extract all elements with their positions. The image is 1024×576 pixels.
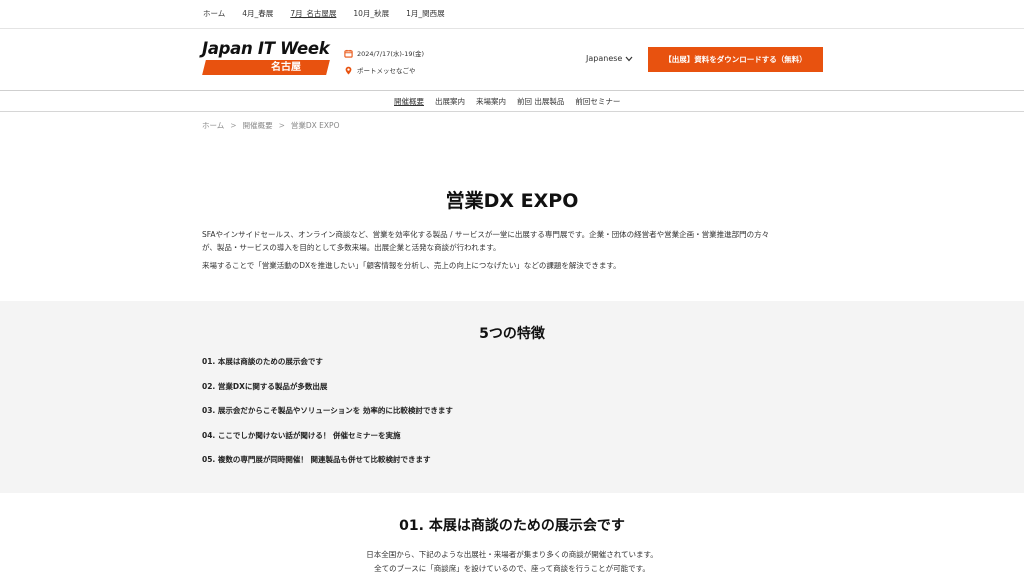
features-section: 5つの特徴 01. 本展は商談のための展示会です 02. 営業DXに関する製品が… bbox=[0, 301, 1024, 493]
intro-paragraph-2: 来場することで「営業活動のDXを推進したい」「顧客情報を分析し、売上の向上につな… bbox=[202, 261, 621, 270]
feature-item[interactable]: 05. 複数の専門展が同時開催！ 関連製品も併せて比較検討できます bbox=[202, 454, 453, 479]
sub-nav-exhibit-info[interactable]: 出展案内 bbox=[435, 96, 465, 108]
top-nav: ホーム 4月_春展 7月_名古屋展 10月_秋展 1月_関西展 bbox=[203, 8, 462, 20]
top-utility-bar: ホーム 4月_春展 7月_名古屋展 10月_秋展 1月_関西展 bbox=[0, 0, 1024, 28]
intro-paragraph-1-line-2: が、製品・サービスの導入を目的として多数来場。出展企業と活発な商談が行われます。 bbox=[202, 243, 501, 252]
sub-nav-overview[interactable]: 開催概要 bbox=[394, 96, 424, 108]
section-01-body: 日本全国から、下記のような出展社・来場者が集まり多くの商談が開催されています。 … bbox=[0, 548, 1024, 576]
sub-nav-visitor-info[interactable]: 来場案内 bbox=[476, 96, 506, 108]
feature-item[interactable]: 03. 展示会だからこそ製品やソリューションを 効率的に比較検討できます bbox=[202, 405, 453, 430]
breadcrumb-separator: > bbox=[278, 121, 285, 130]
intro-text: SFAやインサイドセールス、オンライン商談など、営業を効率化する製品 / サービ… bbox=[202, 228, 822, 277]
event-date: 2024/7/17(水)-19(金) bbox=[357, 50, 425, 58]
top-nav-nagoya[interactable]: 7月_名古屋展 bbox=[290, 8, 336, 20]
location-pin-icon bbox=[345, 66, 352, 74]
feature-list: 01. 本展は商談のための展示会です 02. 営業DXに関する製品が多数出展 0… bbox=[202, 356, 453, 479]
language-label: Japanese bbox=[586, 54, 623, 63]
chevron-down-icon bbox=[625, 56, 633, 61]
feature-item[interactable]: 01. 本展は商談のための展示会です bbox=[202, 356, 453, 381]
logo-main-text: Japan IT Week bbox=[202, 39, 330, 58]
sub-nav: 開催概要 出展案内 来場案内 前回 出展製品 前回セミナー bbox=[0, 92, 1024, 112]
sub-nav-items: 開催概要 出展案内 来場案内 前回 出展製品 前回セミナー bbox=[394, 96, 631, 108]
section-01-line-2: 全てのブースに「商談席」を設けているので、座って商談を行うことが可能です。 bbox=[374, 564, 650, 573]
site-logo[interactable]: Japan IT Week 名古屋 bbox=[202, 39, 330, 77]
site-header: Japan IT Week 名古屋 2024/7/17(水)-19(金) ポート… bbox=[0, 28, 1024, 91]
breadcrumb-current: 営業DX EXPO bbox=[290, 121, 340, 130]
top-nav-spring[interactable]: 4月_春展 bbox=[242, 8, 273, 20]
language-selector[interactable]: Japanese bbox=[586, 54, 633, 63]
breadcrumb: ホーム > 開催概要 > 営業DX EXPO bbox=[202, 120, 339, 131]
intro-paragraph-1-line-1: SFAやインサイドセールス、オンライン商談など、営業を効率化する製品 / サービ… bbox=[202, 230, 770, 239]
event-date-row: 2024/7/17(水)-19(金) bbox=[344, 46, 424, 60]
sub-nav-past-seminars[interactable]: 前回セミナー bbox=[575, 96, 620, 108]
features-title: 5つの特徴 bbox=[479, 326, 545, 342]
breadcrumb-home[interactable]: ホーム bbox=[202, 120, 224, 131]
section-01-line-1: 日本全国から、下記のような出展社・来場者が集まり多くの商談が開催されています。 bbox=[366, 550, 658, 559]
top-nav-kansai[interactable]: 1月_関西展 bbox=[406, 8, 445, 20]
event-venue: ポートメッセなごや bbox=[357, 67, 416, 75]
logo-sub-text: 名古屋 bbox=[271, 62, 301, 73]
top-nav-home[interactable]: ホーム bbox=[203, 8, 225, 20]
calendar-icon bbox=[344, 49, 353, 58]
event-venue-row: ポートメッセなごや bbox=[344, 63, 424, 77]
intro-paragraph-1: SFAやインサイドセールス、オンライン商談など、営業を効率化する製品 / サービ… bbox=[202, 228, 822, 254]
sub-nav-past-products[interactable]: 前回 出展製品 bbox=[517, 96, 564, 108]
feature-item[interactable]: 02. 営業DXに関する製品が多数出展 bbox=[202, 381, 453, 406]
top-nav-autumn[interactable]: 10月_秋展 bbox=[353, 8, 389, 20]
download-materials-button[interactable]: 【出展】資料をダウンロードする（無料） bbox=[648, 47, 823, 72]
event-meta: 2024/7/17(水)-19(金) ポートメッセなごや bbox=[344, 46, 424, 80]
logo-sub-banner: 名古屋 bbox=[202, 60, 330, 75]
breadcrumb-separator: > bbox=[230, 121, 237, 130]
section-01-title: 01. 本展は商談のための展示会です bbox=[399, 518, 625, 534]
feature-item[interactable]: 04. ここでしか聞けない話が聞ける！ 併催セミナーを実施 bbox=[202, 430, 453, 455]
breadcrumb-overview[interactable]: 開催概要 bbox=[243, 120, 273, 131]
page-title: 営業DX EXPO bbox=[445, 190, 579, 212]
